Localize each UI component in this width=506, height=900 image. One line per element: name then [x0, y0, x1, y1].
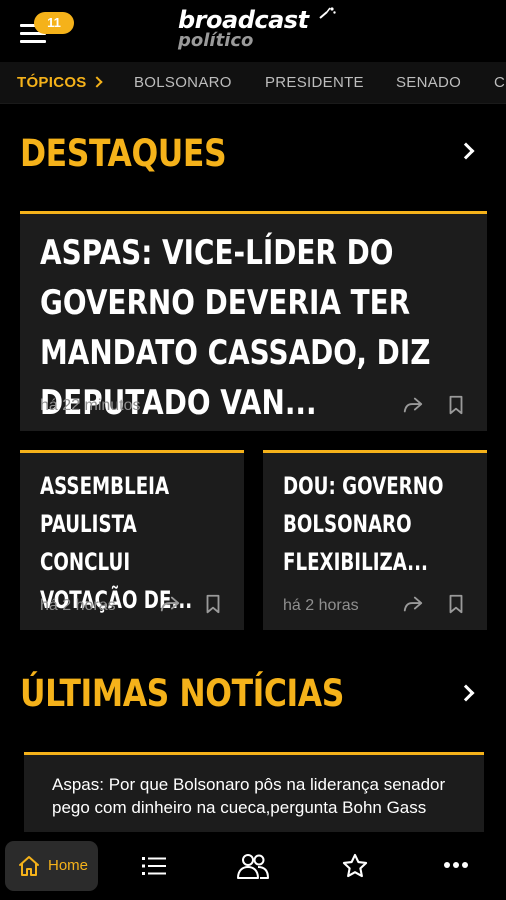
- section-title-ultimas-noticias: ÚLTIMAS NOTÍCIAS: [20, 672, 344, 715]
- star-icon[interactable]: [341, 852, 369, 880]
- news-card[interactable]: ASSEMBLEIA PAULISTA CONCLUI VOTAÇÃO DE..…: [20, 450, 244, 630]
- share-icon[interactable]: [402, 593, 424, 615]
- news-time: há 2 horas: [283, 597, 359, 614]
- topic-label: TÓPICOS: [17, 74, 87, 91]
- notification-badge[interactable]: 11: [34, 12, 74, 34]
- app-header: 11 broadcast político: [0, 0, 506, 62]
- people-icon[interactable]: [236, 852, 270, 880]
- news-time: há 2 horas: [40, 597, 116, 614]
- nav-home-label: Home: [48, 857, 89, 874]
- latest-news-text[interactable]: Aspas: Por que Bolsonaro pôs na lideranç…: [52, 773, 472, 819]
- home-icon: [19, 856, 39, 876]
- news-time: há 22 minutos: [40, 397, 141, 414]
- chevron-right-icon[interactable]: [457, 142, 475, 160]
- news-card[interactable]: DOU: GOVERNO BOLSONARO FLEXIBILIZA... há…: [263, 450, 487, 630]
- section-title-destaques: DESTAQUES: [20, 132, 227, 175]
- logo-sub-text: político: [178, 30, 254, 51]
- nav-home-button[interactable]: Home: [5, 841, 98, 891]
- bottom-navigation: Home: [0, 832, 506, 900]
- topics-bar: TÓPICOS BOLSONARO PRESIDENTE SENADO C: [0, 62, 506, 104]
- bookmark-icon[interactable]: [202, 593, 224, 615]
- latest-news-card[interactable]: Aspas: Por que Bolsonaro pôs na lideranç…: [24, 752, 484, 832]
- share-icon[interactable]: [159, 593, 181, 615]
- chevron-right-icon[interactable]: [457, 684, 475, 702]
- topics-link[interactable]: TÓPICOS: [17, 62, 103, 103]
- bookmark-icon[interactable]: [445, 593, 467, 615]
- news-title[interactable]: DOU: GOVERNO BOLSONARO FLEXIBILIZA...: [283, 467, 462, 581]
- more-icon[interactable]: [443, 860, 469, 870]
- topic-senado[interactable]: SENADO: [396, 62, 461, 103]
- chevron-right-icon: [90, 76, 103, 88]
- bookmark-icon[interactable]: [445, 394, 467, 416]
- logo-spark-icon: [319, 7, 336, 19]
- topic-presidente[interactable]: PRESIDENTE: [265, 62, 364, 103]
- featured-news-card[interactable]: ASPAS: VICE-LÍDER DO GOVERNO DEVERIA TER…: [20, 211, 487, 431]
- topic-bolsonaro[interactable]: BOLSONARO: [134, 62, 232, 103]
- app-logo: broadcast político: [178, 6, 338, 56]
- list-icon[interactable]: [141, 854, 167, 878]
- share-icon[interactable]: [402, 394, 424, 416]
- topic-next[interactable]: C: [494, 62, 505, 103]
